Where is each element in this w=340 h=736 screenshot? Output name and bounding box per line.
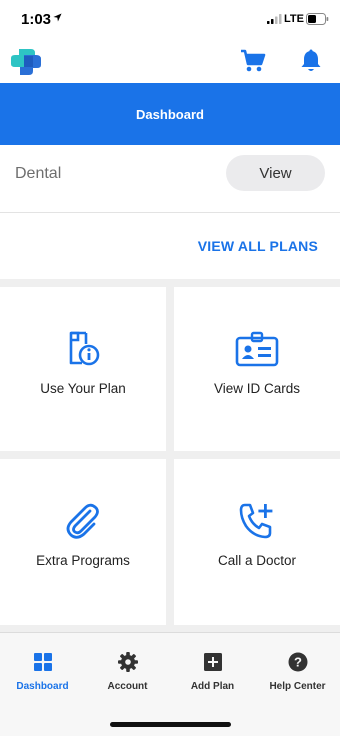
id-card-icon (235, 331, 279, 367)
tile-extra-programs[interactable]: Extra Programs (0, 459, 166, 625)
battery-icon (306, 13, 329, 25)
home-indicator[interactable] (110, 722, 231, 727)
page-title: Dashboard (136, 106, 204, 122)
svg-text:?: ? (294, 655, 302, 670)
app-header (0, 40, 340, 83)
cart-icon[interactable] (240, 49, 266, 73)
tab-help-center[interactable]: ? Help Center (255, 651, 340, 692)
tile-label: View ID Cards (213, 381, 301, 396)
plus-square-icon (203, 653, 222, 671)
document-info-icon (69, 331, 100, 366)
status-bar: 1:03 LTE (0, 0, 340, 40)
question-circle-icon: ? (288, 652, 307, 672)
tab-label: Account (107, 681, 148, 692)
phone-plus-icon (239, 503, 273, 539)
signal-icon (267, 14, 282, 24)
tab-dashboard[interactable]: Dashboard (0, 651, 85, 692)
tab-label: Help Center (269, 681, 326, 692)
tile-label: Use Your Plan (40, 381, 126, 396)
tab-label: Add Plan (190, 681, 235, 692)
tab-add-plan[interactable]: Add Plan (170, 651, 255, 692)
network-type: LTE (284, 13, 304, 25)
bell-icon[interactable] (300, 49, 322, 73)
tile-use-your-plan[interactable]: Use Your Plan (0, 287, 166, 451)
location-arrow-icon (53, 13, 62, 22)
plan-row: Dental View (0, 145, 340, 213)
action-grid: Use Your Plan View ID Cards Extra Progra… (0, 279, 340, 632)
view-all-plans-link[interactable]: VIEW ALL PLANS (198, 238, 318, 254)
title-bar: Dashboard (0, 83, 340, 145)
bottom-tab-bar: Dashboard Account Add Plan ? Help Center (0, 632, 340, 736)
tab-account[interactable]: Account (85, 651, 170, 692)
tab-label: Dashboard (16, 681, 69, 692)
view-all-plans-row: VIEW ALL PLANS (0, 213, 340, 279)
view-plan-button[interactable]: View (226, 155, 325, 191)
plan-name: Dental (15, 165, 62, 182)
tile-label: Call a Doctor (217, 553, 297, 568)
tile-label: Extra Programs (36, 553, 130, 568)
gear-icon (117, 652, 138, 672)
tile-call-a-doctor[interactable]: Call a Doctor (174, 459, 340, 625)
paperclip-icon (66, 503, 99, 539)
status-time: 1:03 (21, 11, 52, 28)
app-logo-icon[interactable] (10, 47, 42, 77)
tile-view-id-cards[interactable]: View ID Cards (174, 287, 340, 451)
grid-icon (33, 653, 52, 671)
